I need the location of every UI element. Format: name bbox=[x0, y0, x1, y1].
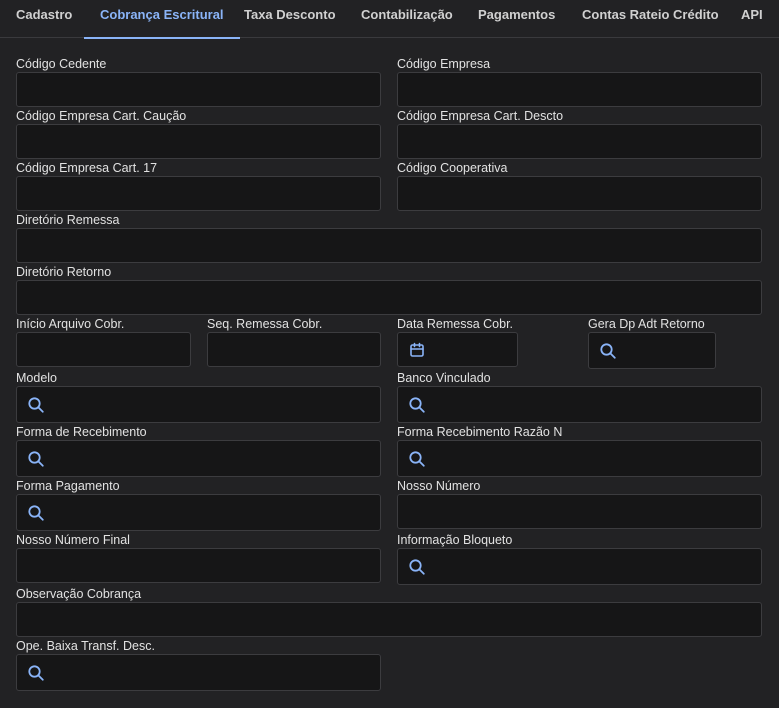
informacao-bloqueto-label: Informação Bloqueto bbox=[397, 533, 513, 547]
gera-dp-input[interactable] bbox=[588, 332, 716, 369]
ope-baixa-label: Ope. Baixa Transf. Desc. bbox=[16, 639, 155, 653]
codigo-empresa-descto-label: Código Empresa Cart. Descto bbox=[397, 109, 564, 123]
search-icon[interactable] bbox=[27, 664, 45, 682]
search-icon[interactable] bbox=[27, 504, 45, 522]
tab-contas-rateio-credito[interactable]: Contas Rateio Crédito bbox=[582, 0, 719, 38]
nosso-numero-label: Nosso Número bbox=[397, 479, 481, 493]
codigo-cooperativa-label: Código Cooperativa bbox=[397, 161, 508, 175]
tab-contabilizacao[interactable]: Contabilização bbox=[361, 0, 453, 38]
inicio-arquivo-input[interactable] bbox=[16, 332, 191, 367]
banco-vinculado-label: Banco Vinculado bbox=[397, 371, 491, 385]
search-icon[interactable] bbox=[27, 450, 45, 468]
codigo-cedente-label: Código Cedente bbox=[16, 57, 107, 71]
tab-taxa-desconto[interactable]: Taxa Desconto bbox=[244, 0, 336, 38]
nosso-numero-final-input[interactable] bbox=[16, 548, 381, 583]
calendar-icon[interactable] bbox=[408, 341, 426, 359]
codigo-empresa-17-input[interactable] bbox=[16, 176, 381, 211]
forma-pagamento-input[interactable] bbox=[16, 494, 381, 531]
tab-api[interactable]: API bbox=[741, 0, 763, 38]
banco-vinculado-input[interactable] bbox=[397, 386, 762, 423]
codigo-empresa-input[interactable] bbox=[397, 72, 762, 107]
search-icon[interactable] bbox=[27, 396, 45, 414]
tab-cobranca-escritural[interactable]: Cobrança Escritural bbox=[84, 0, 240, 39]
tab-cadastro[interactable]: Cadastro bbox=[16, 0, 72, 38]
codigo-cooperativa-input[interactable] bbox=[397, 176, 762, 211]
codigo-empresa-label: Código Empresa bbox=[397, 57, 491, 71]
nosso-numero-final-label: Nosso Número Final bbox=[16, 533, 130, 547]
seq-remessa-input[interactable] bbox=[207, 332, 381, 367]
data-remessa-input[interactable] bbox=[397, 332, 518, 367]
nosso-numero-input[interactable] bbox=[397, 494, 762, 529]
search-icon[interactable] bbox=[408, 396, 426, 414]
codigo-empresa-17-label: Código Empresa Cart. 17 bbox=[16, 161, 158, 175]
codigo-cedente-input[interactable] bbox=[16, 72, 381, 107]
modelo-input[interactable] bbox=[16, 386, 381, 423]
forma-recebimento-input[interactable] bbox=[16, 440, 381, 477]
seq-remessa-label: Seq. Remessa Cobr. bbox=[207, 317, 323, 331]
codigo-empresa-caucao-input[interactable] bbox=[16, 124, 381, 159]
diretorio-remessa-input[interactable] bbox=[16, 228, 762, 263]
observacao-cobranca-label: Observação Cobrança bbox=[16, 587, 142, 601]
diretorio-remessa-label: Diretório Remessa bbox=[16, 213, 120, 227]
ope-baixa-input[interactable] bbox=[16, 654, 381, 691]
tab-bar: Cadastro Cobrança Escritural Taxa Descon… bbox=[0, 0, 779, 39]
forma-recebimento-razao-label: Forma Recebimento Razão N bbox=[397, 425, 563, 439]
diretorio-retorno-input[interactable] bbox=[16, 280, 762, 315]
data-remessa-label: Data Remessa Cobr. bbox=[397, 317, 514, 331]
codigo-empresa-caucao-label: Código Empresa Cart. Caução bbox=[16, 109, 187, 123]
gera-dp-label: Gera Dp Adt Retorno bbox=[588, 317, 705, 331]
tab-pagamentos[interactable]: Pagamentos bbox=[478, 0, 555, 38]
inicio-arquivo-label: Início Arquivo Cobr. bbox=[16, 317, 125, 331]
modelo-label: Modelo bbox=[16, 371, 57, 385]
diretorio-retorno-label: Diretório Retorno bbox=[16, 265, 112, 279]
search-icon[interactable] bbox=[599, 342, 617, 360]
informacao-bloqueto-input[interactable] bbox=[397, 548, 762, 585]
observacao-cobranca-input[interactable] bbox=[16, 602, 762, 637]
forma-recebimento-razao-input[interactable] bbox=[397, 440, 762, 477]
search-icon[interactable] bbox=[408, 558, 426, 576]
codigo-empresa-descto-input[interactable] bbox=[397, 124, 762, 159]
forma-pagamento-label: Forma Pagamento bbox=[16, 479, 120, 493]
forma-recebimento-label: Forma de Recebimento bbox=[16, 425, 147, 439]
search-icon[interactable] bbox=[408, 450, 426, 468]
